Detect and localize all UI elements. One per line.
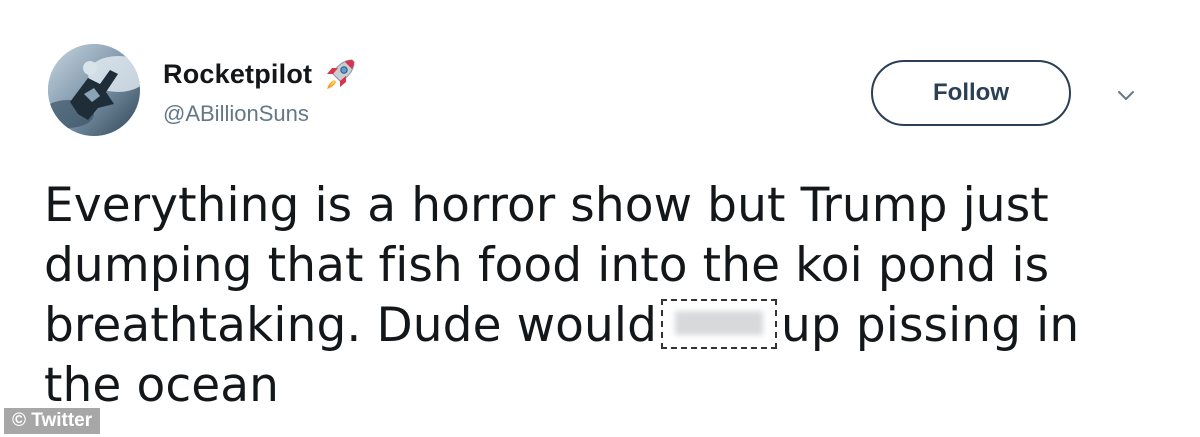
tweet-card: Rocketpilot @ABillionSuns Follow Everyth… (0, 0, 1200, 437)
censored-word-blur (675, 311, 764, 335)
censored-word-box (661, 299, 778, 349)
chevron-down-icon[interactable] (1115, 84, 1137, 106)
user-handle[interactable]: @ABillionSuns (163, 101, 309, 127)
avatar[interactable] (48, 44, 140, 136)
display-name[interactable]: Rocketpilot (163, 59, 312, 90)
display-name-row: Rocketpilot (163, 56, 358, 92)
follow-button[interactable]: Follow (871, 60, 1071, 126)
source-watermark: © Twitter (4, 408, 101, 434)
rocket-icon (322, 56, 358, 92)
tweet-text: Everything is a horror show but Trump ju… (44, 176, 1164, 416)
avatar-image (48, 44, 140, 136)
